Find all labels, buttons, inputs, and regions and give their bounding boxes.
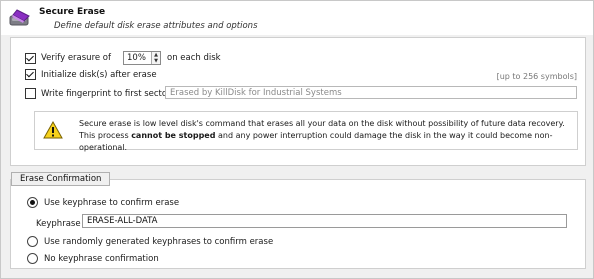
warning-box: Secure erase is low level disk's command… xyxy=(34,111,578,152)
warning-line-1: Secure erase is low level disk's command… xyxy=(79,119,565,128)
warning-emphasis: cannot be stopped xyxy=(131,131,216,140)
erase-confirmation-legend: Erase Confirmation xyxy=(11,172,111,186)
verify-percent-stepper[interactable]: 10% ▲ ▼ xyxy=(123,51,161,65)
fingerprint-label: Write fingerprint to first sector: xyxy=(41,88,174,99)
page-subtitle: Define default disk erase attributes and… xyxy=(54,21,258,31)
stepper-buttons[interactable]: ▲ ▼ xyxy=(151,52,160,64)
verify-row: Verify erasure of 10% ▲ ▼ on each disk xyxy=(25,51,221,65)
radio-random[interactable] xyxy=(27,236,38,247)
radio-random-row[interactable]: Use randomly generated keyphrases to con… xyxy=(27,236,273,247)
erase-options-group: Verify erasure of 10% ▲ ▼ on each disk I… xyxy=(10,37,586,166)
panel-header: Secure Erase Define default disk erase a… xyxy=(1,1,593,35)
radio-none-row[interactable]: No keyphrase confirmation xyxy=(27,253,159,264)
keyphrase-input[interactable]: ERASE-ALL-DATA xyxy=(82,214,567,228)
radio-keyphrase-row[interactable]: Use keyphrase to confirm erase xyxy=(27,197,179,208)
page-title: Secure Erase xyxy=(39,7,106,17)
disk-eraser-icon xyxy=(9,9,30,26)
radio-random-label: Use randomly generated keyphrases to con… xyxy=(44,236,274,247)
radio-none-label: No keyphrase confirmation xyxy=(44,253,159,264)
verify-checkbox[interactable] xyxy=(25,52,36,64)
verify-label: Verify erasure of xyxy=(41,53,111,63)
warning-line-2-start: This process xyxy=(79,131,132,140)
stepper-down-icon[interactable]: ▼ xyxy=(152,58,160,64)
verify-suffix: on each disk xyxy=(167,53,221,63)
warning-line-2: This process cannot be stopped and any p… xyxy=(79,130,577,154)
fingerprint-checkbox[interactable] xyxy=(25,88,36,99)
fingerprint-input[interactable]: Erased by KillDisk for Industrial System… xyxy=(165,86,577,99)
verify-percent-value: 10% xyxy=(127,53,146,63)
initialize-checkbox[interactable] xyxy=(25,69,36,80)
radio-none[interactable] xyxy=(27,253,38,264)
fingerprint-hint: [up to 256 symbols] xyxy=(496,72,577,81)
warning-icon xyxy=(43,121,63,139)
secure-erase-panel: Secure Erase Define default disk erase a… xyxy=(0,0,594,279)
initialize-row: Initialize disk(s) after erase xyxy=(25,69,157,80)
radio-keyphrase[interactable] xyxy=(27,197,38,208)
keyphrase-label: Keyphrase xyxy=(36,219,81,229)
warning-text: Secure erase is low level disk's command… xyxy=(79,118,577,154)
fingerprint-row: Write fingerprint to first sector: xyxy=(25,88,173,99)
radio-keyphrase-label: Use keyphrase to confirm erase xyxy=(44,197,180,208)
initialize-label: Initialize disk(s) after erase xyxy=(41,69,157,80)
